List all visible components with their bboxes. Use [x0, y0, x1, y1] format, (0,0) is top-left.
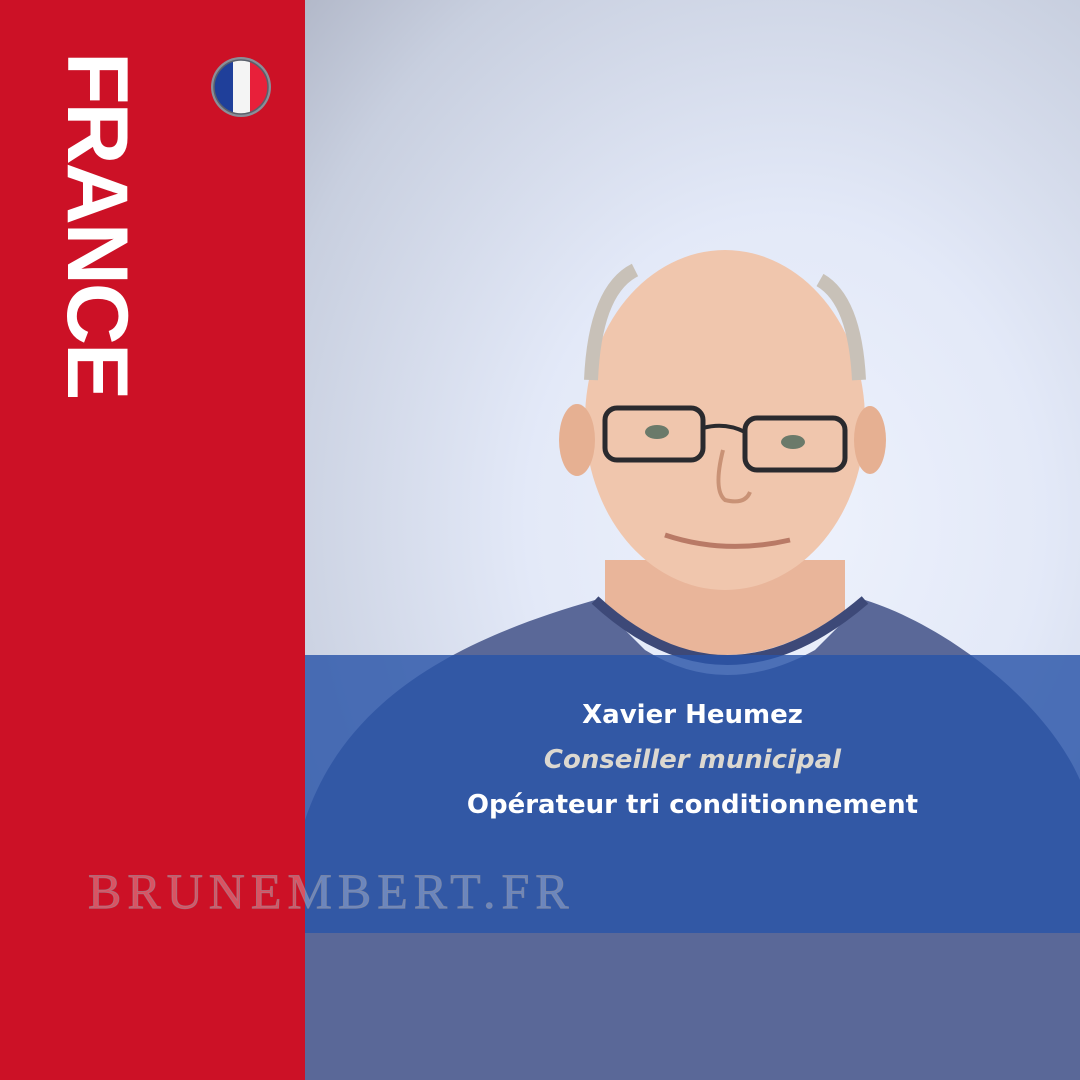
- watermark: BRUNEMBERT.FR: [88, 863, 575, 920]
- country-title: FRANCE: [49, 52, 145, 399]
- person-role: Conseiller municipal: [543, 745, 842, 775]
- france-flag-icon: [211, 57, 271, 117]
- person-name: Xavier Heumez: [582, 700, 803, 730]
- person-job: Opérateur tri conditionnement: [466, 790, 919, 820]
